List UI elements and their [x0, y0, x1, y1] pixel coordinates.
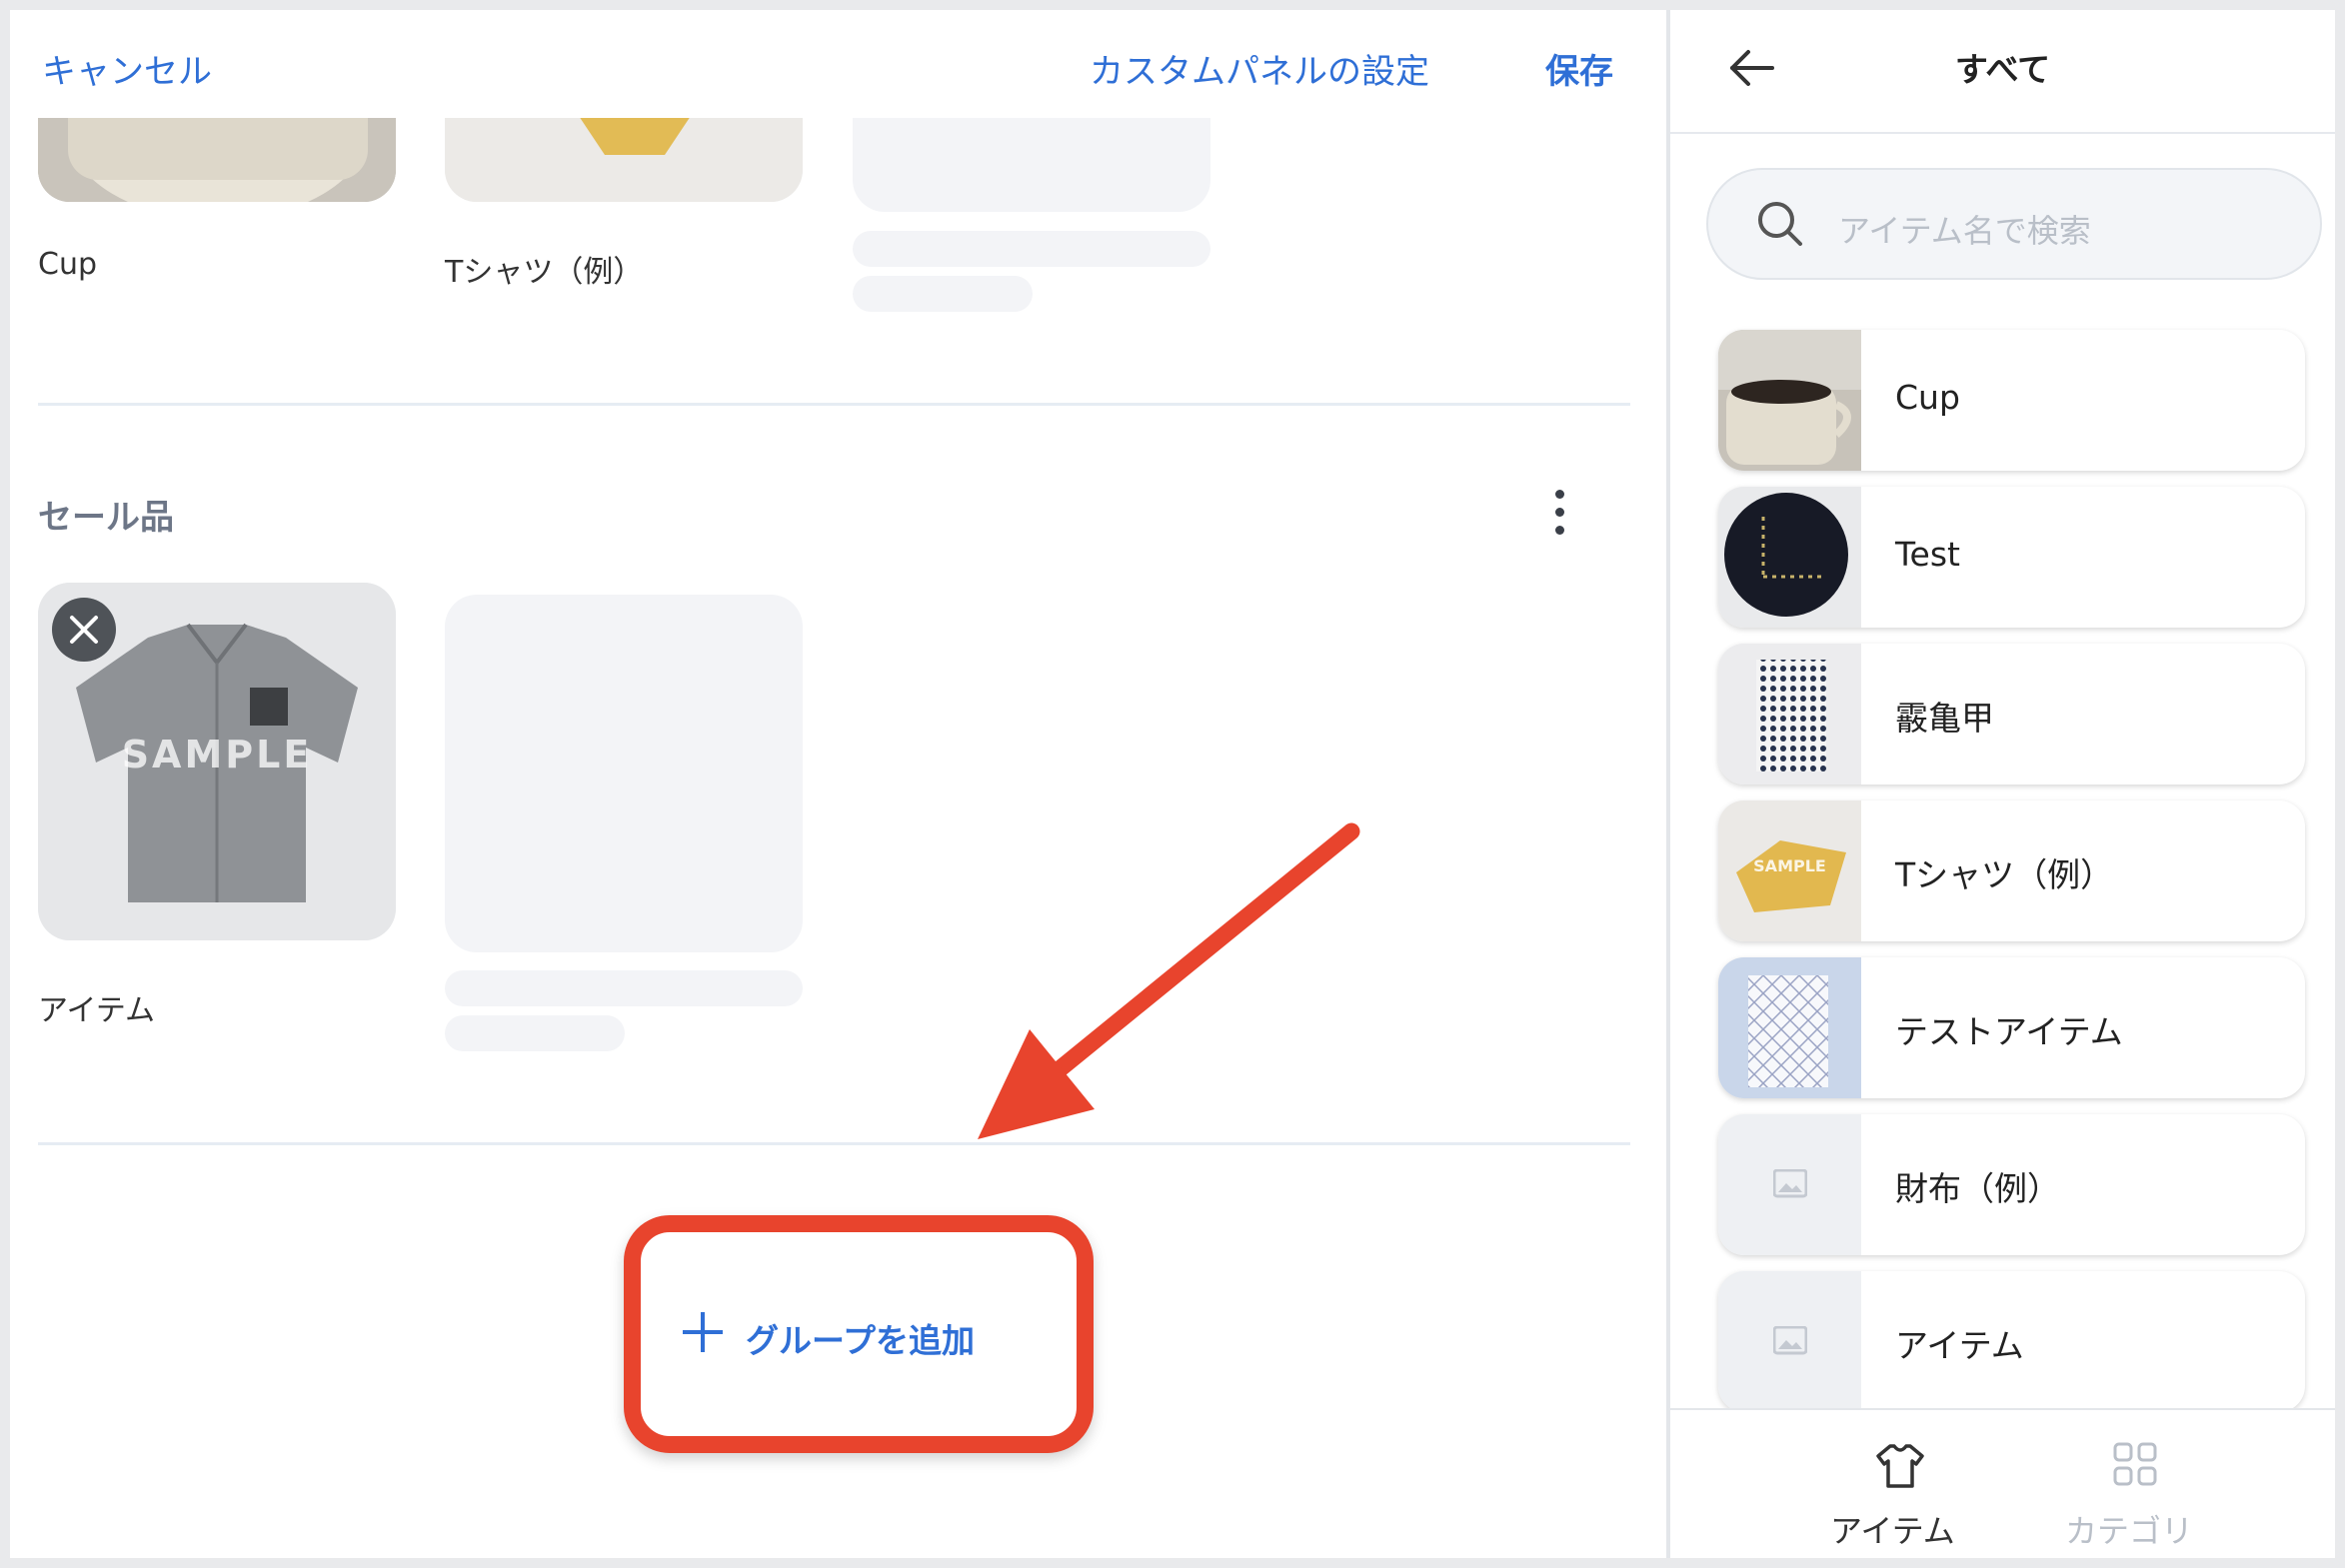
item-label: 財布（例） — [1895, 1169, 2060, 1208]
group-divider — [38, 403, 1630, 406]
item-label: テストアイテム — [1895, 1012, 2123, 1051]
tshirt-icon — [1876, 1444, 1924, 1488]
search-placeholder: アイテム名で検索 — [1838, 212, 2091, 250]
image-placeholder-icon — [1773, 1326, 1807, 1355]
plus-icon — [683, 1312, 723, 1352]
item-label: Cup — [1895, 378, 1960, 417]
list-item[interactable]: アイテム — [1718, 1271, 2305, 1408]
tab-label-categories: カテゴリ — [2065, 1512, 2194, 1550]
tab-bar: アイテム カテゴリ — [1670, 1408, 2335, 1558]
list-item[interactable]: Test — [1718, 487, 2305, 628]
skeleton-line-short — [445, 1015, 625, 1051]
skeleton-line — [445, 970, 803, 1006]
list-item[interactable]: Cup — [1718, 330, 2305, 471]
search-input[interactable]: アイテム名で検索 — [1706, 168, 2322, 280]
item-label: 霰亀甲 — [1895, 699, 1994, 738]
page-title: カスタムパネルの設定 — [1090, 52, 1429, 92]
group-divider — [38, 1142, 1630, 1145]
tab-categories[interactable]: カテゴリ — [2035, 1410, 2235, 1558]
add-group-button[interactable]: グループを追加 — [746, 1314, 975, 1362]
list-item[interactable]: 財布（例） — [1718, 1114, 2305, 1255]
item-thumbnail — [1718, 957, 1861, 1098]
item-label-cup: Cup — [38, 247, 98, 282]
search-icon — [1758, 202, 1802, 246]
skeleton-line-short — [853, 276, 1033, 312]
item-thumbnail — [1718, 1271, 1861, 1408]
list-item[interactable]: 霰亀甲 — [1718, 644, 2305, 784]
item-list[interactable]: Cup Test 霰亀甲 SAMPLE Tシャツ（例） テストアイテム 財布（例… — [1670, 310, 2335, 1408]
cancel-button[interactable]: キャンセル — [42, 44, 212, 93]
top-bar: キャンセル カスタムパネルの設定 保存 — [10, 10, 1666, 118]
item-thumbnail — [1718, 330, 1861, 471]
item-thumbnail — [1718, 1114, 1861, 1255]
kebab-icon[interactable] — [1547, 488, 1571, 538]
item-picker-panel: すべて アイテム名で検索 Cup Test 霰亀甲 SAMPLE Tシャツ（例）… — [1670, 10, 2335, 1558]
skeleton-line — [853, 231, 1210, 267]
grid-icon — [2113, 1442, 2157, 1486]
item-thumbnail — [1718, 644, 1861, 784]
tab-items[interactable]: アイテム — [1800, 1410, 2000, 1558]
item-label: アイテム — [1895, 1326, 2024, 1365]
item-thumbnail: SAMPLE — [1718, 800, 1861, 941]
tab-label-items: アイテム — [1830, 1512, 1955, 1550]
panel-title: すべて — [1954, 50, 2051, 89]
item-label: Tシャツ（例） — [1895, 855, 2114, 894]
item-label-tshirt: Tシャツ（例） — [445, 255, 644, 290]
group-title: セール品 — [38, 498, 174, 538]
skeleton-card — [445, 595, 803, 952]
custom-panel-editor: Cup Tシャツ（例） セール品 SAMPLE アイテム グループを追加 キャン… — [10, 10, 1666, 1558]
item-label: Test — [1895, 535, 1960, 574]
sample-watermark: SAMPLE — [1753, 856, 1826, 875]
app-frame: Cup Tシャツ（例） セール品 SAMPLE アイテム グループを追加 キャン… — [10, 10, 2335, 1558]
list-item[interactable]: SAMPLE Tシャツ（例） — [1718, 800, 2305, 941]
save-button[interactable]: 保存 — [1545, 44, 1613, 93]
group-item-label: アイテム — [38, 993, 155, 1028]
header-divider — [1670, 132, 2335, 134]
sample-watermark: SAMPLE — [121, 733, 313, 777]
list-item[interactable]: テストアイテム — [1718, 957, 2305, 1098]
image-placeholder-icon — [1773, 1169, 1807, 1198]
remove-item-button[interactable] — [52, 598, 116, 662]
close-icon — [70, 616, 98, 644]
item-thumbnail — [1718, 487, 1861, 628]
